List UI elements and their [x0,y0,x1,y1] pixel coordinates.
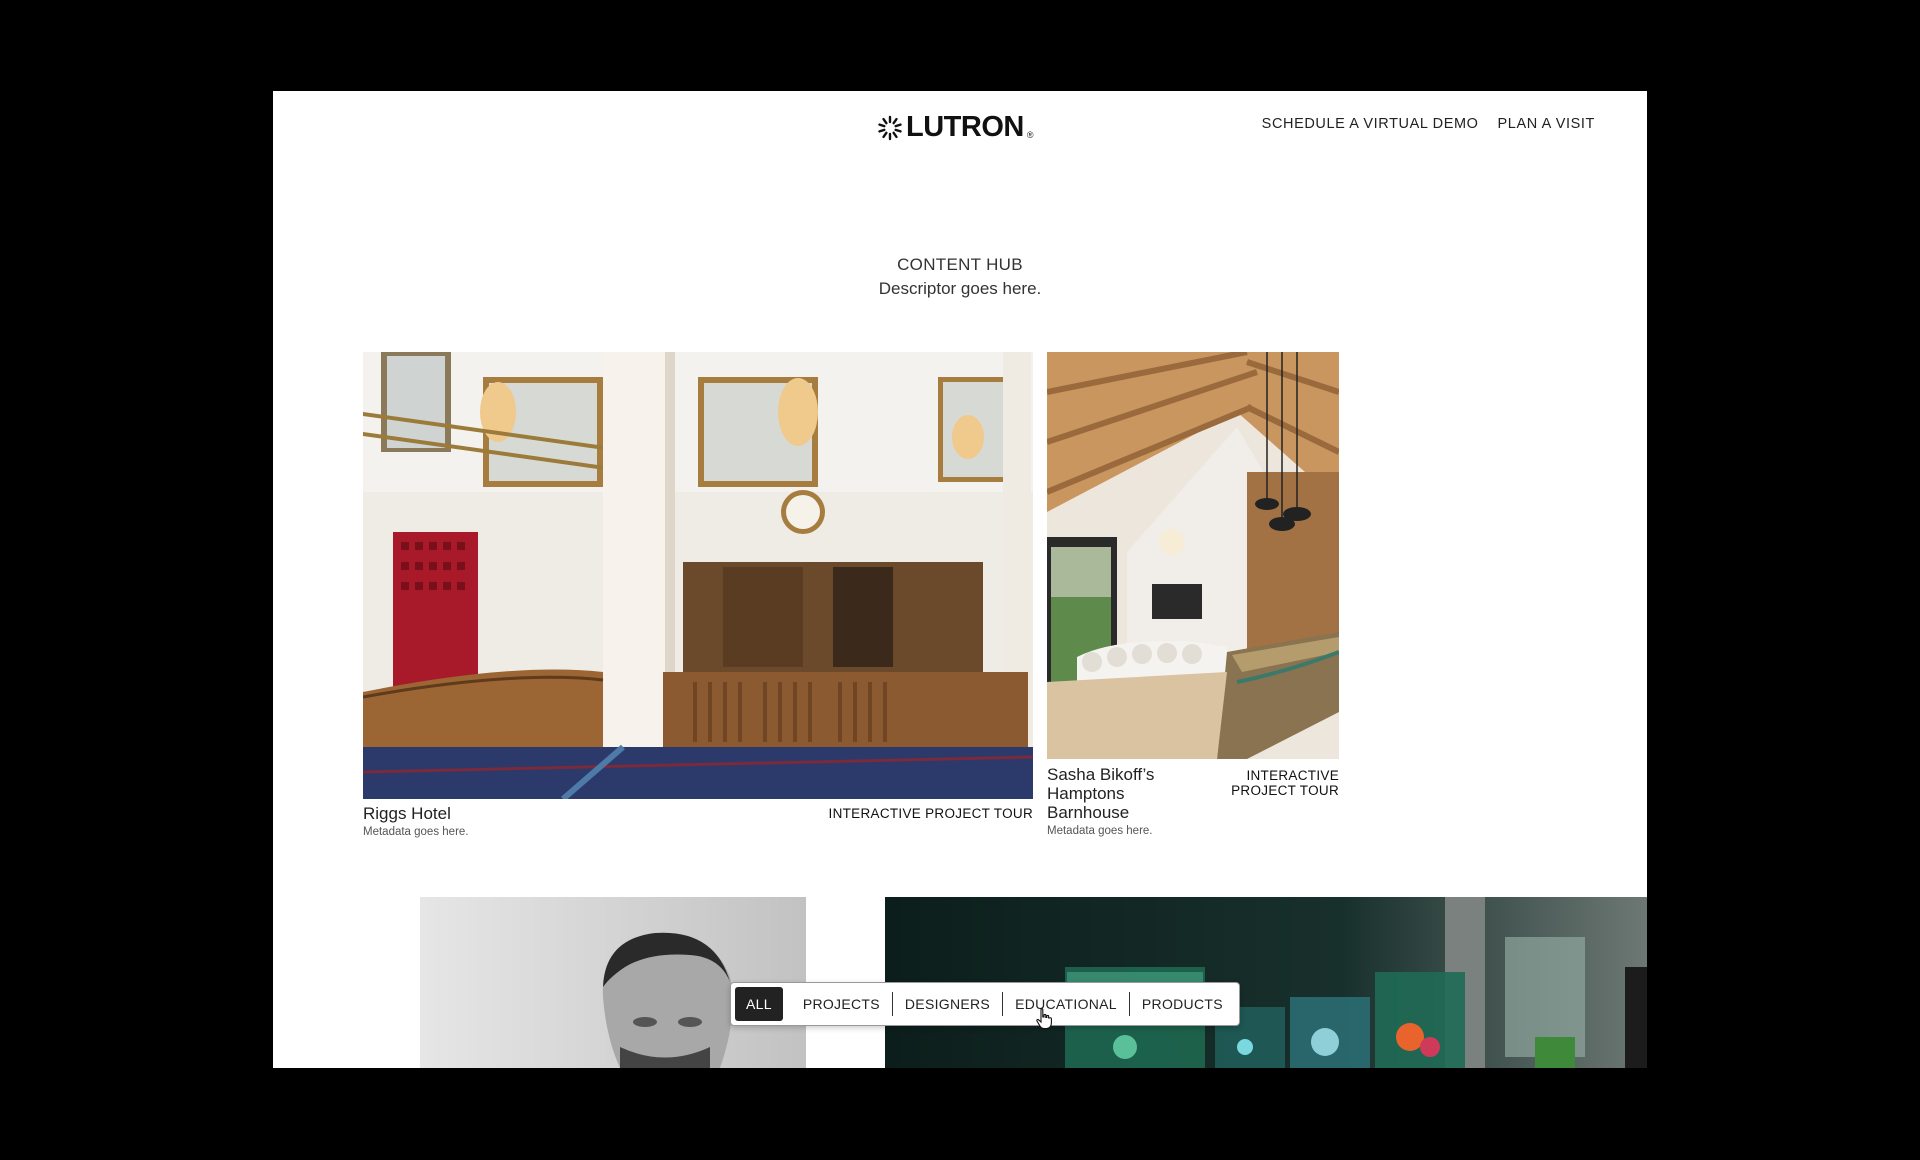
page-frame: LUTRON ® SCHEDULE A VIRTUAL DEMO PLAN A … [273,91,1647,1068]
barnhouse-title-line-2: Hamptons [1047,784,1125,803]
barnhouse-title-line-3: Barnhouse [1047,803,1130,822]
riggs-hotel-title[interactable]: Riggs Hotel [363,804,451,823]
barnhouse-badge-line-2: PROJECT TOUR [1231,783,1339,798]
schedule-virtual-demo-link[interactable]: SCHEDULE A VIRTUAL DEMO [1262,116,1479,132]
barnhouse-title[interactable]: Sasha Bikoff’s Hamptons Barnhouse [1047,765,1154,822]
barnhouse-living-room-photo [1047,352,1339,759]
barnhouse-title-line-1: Sasha Bikoff’s [1047,765,1155,784]
filter-products[interactable]: PRODUCTS [1128,992,1235,1016]
filter-projects[interactable]: PROJECTS [791,992,892,1016]
riggs-hotel-image[interactable] [363,352,1033,799]
plan-a-visit-link[interactable]: PLAN A VISIT [1498,116,1595,132]
page-title: CONTENT HUB [897,255,1023,274]
hand-pointer-cursor-icon [1036,1008,1052,1030]
lutron-logo[interactable]: LUTRON ® [877,113,1033,142]
riggs-hotel-badge[interactable]: INTERACTIVE PROJECT TOUR [813,806,1033,821]
barnhouse-badge[interactable]: INTERACTIVE PROJECT TOUR [1199,768,1339,798]
page-descriptor: Descriptor goes here. [878,279,1042,298]
hotel-lobby-photo [363,352,1033,799]
top-nav: SCHEDULE A VIRTUAL DEMO PLAN A VISIT [1262,116,1595,132]
filter-educational[interactable]: EDUCATIONAL [1002,992,1129,1016]
barnhouse-image[interactable] [1047,352,1339,759]
barnhouse-badge-line-1: INTERACTIVE [1246,768,1339,783]
filter-designers[interactable]: DESIGNERS [891,992,1002,1016]
sunburst-logo-icon [878,115,902,140]
registered-mark: ® [1026,130,1034,140]
riggs-hotel-metadata: Metadata goes here. [363,826,469,838]
content-filter-bar: ALL PROJECTS DESIGNERS EDUCATIONAL PRODU… [730,982,1240,1026]
barnhouse-metadata: Metadata goes here. [1047,825,1153,837]
hero: CONTENT HUB Descriptor goes here. [273,253,1647,300]
logo-wordmark: LUTRON [906,111,1024,143]
filter-all[interactable]: ALL [735,987,783,1021]
